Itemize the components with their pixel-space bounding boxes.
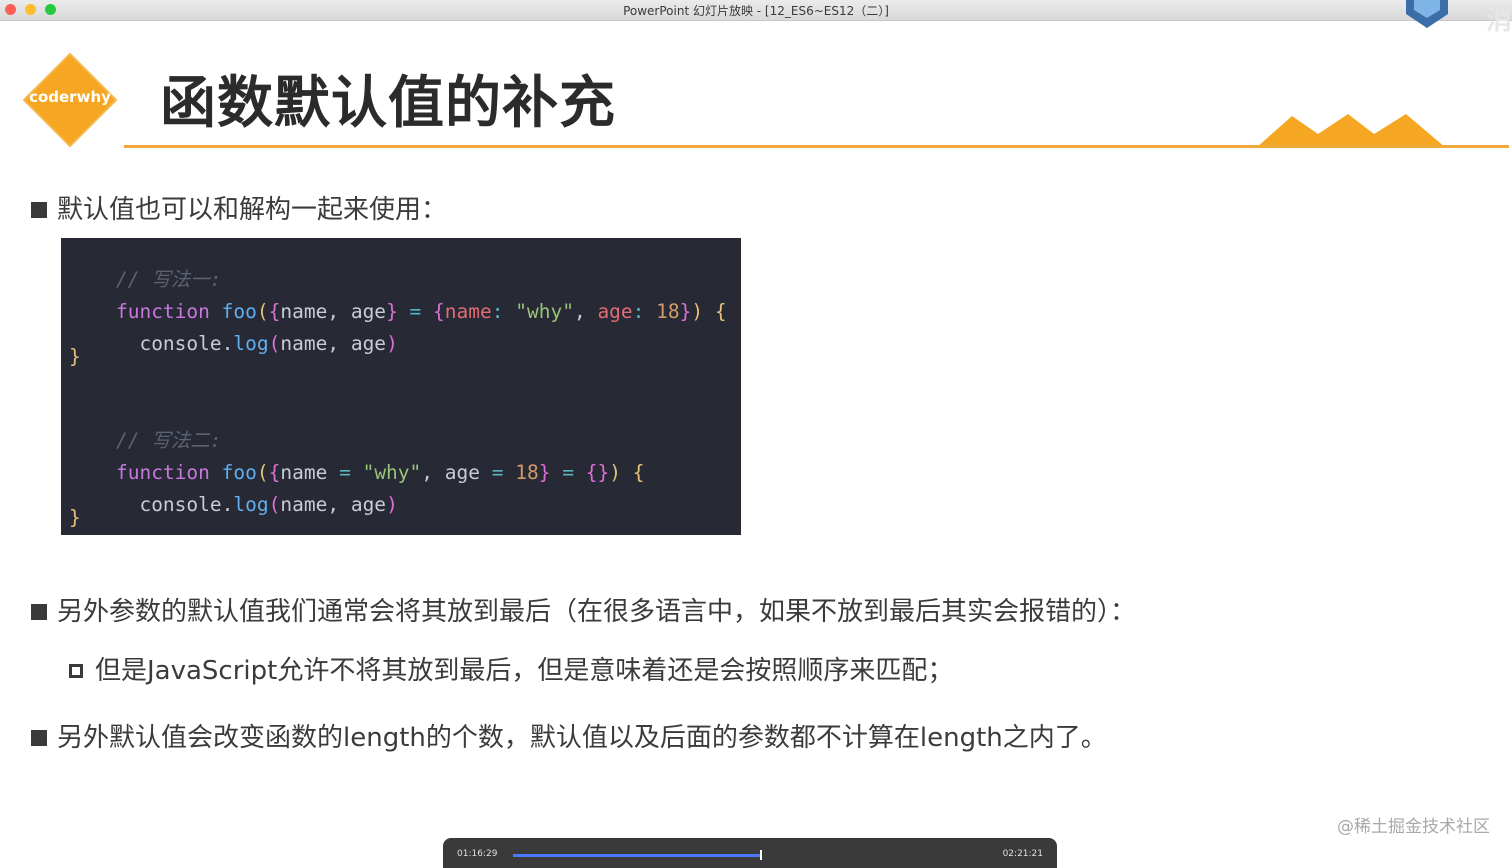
window-title: PowerPoint 幻灯片放映 - [12_ES6~ES12（二）] xyxy=(623,4,889,18)
bullet-text-2: 另外参数的默认值我们通常会将其放到最后（在很多语言中，如果不放到最后其实会报错的… xyxy=(57,597,1137,627)
bullet-text-1: 默认值也可以和解构一起来使用： xyxy=(57,195,448,225)
progress-handle[interactable] xyxy=(760,850,762,860)
sub-bullet-square xyxy=(69,664,83,678)
code-line-3: console.log(name, age) xyxy=(139,331,398,355)
window-titlebar: PowerPoint 幻灯片放映 - [12_ES6~ES12（二）] xyxy=(0,0,1512,21)
code-line-7: console.log(name, age) xyxy=(139,492,398,516)
title-divider xyxy=(124,145,1509,148)
brand-logo-icon xyxy=(1406,0,1448,28)
video-player-bar[interactable]: 01:16:29 02:21:21 xyxy=(443,838,1057,868)
total-time: 02:21:21 xyxy=(1002,849,1043,859)
code-line-4: } xyxy=(69,345,81,368)
code-block: // 写法一: function foo({name, age} = {name… xyxy=(61,238,741,535)
corner-brand-text: 消 xyxy=(1485,6,1512,36)
watermark: @稀土掘金技术社区 xyxy=(1337,817,1490,837)
mountain-decoration-icon xyxy=(1256,114,1446,148)
code-line-8: } xyxy=(69,506,81,529)
bullet-square xyxy=(31,202,47,218)
bullet-text-3: 但是JavaScript允许不将其放到最后，但是意味着还是会按照顺序来匹配； xyxy=(95,656,954,686)
bullet-text-4: 另外默认值会改变函数的length的个数，默认值以及后面的参数都不计算在leng… xyxy=(57,723,1107,753)
bullet-square xyxy=(31,730,47,746)
bullet-square xyxy=(31,604,47,620)
current-time: 01:16:29 xyxy=(457,849,498,859)
logo-text: coderwhy xyxy=(29,88,111,106)
slide-title: 函数默认值的补充 xyxy=(160,71,616,136)
